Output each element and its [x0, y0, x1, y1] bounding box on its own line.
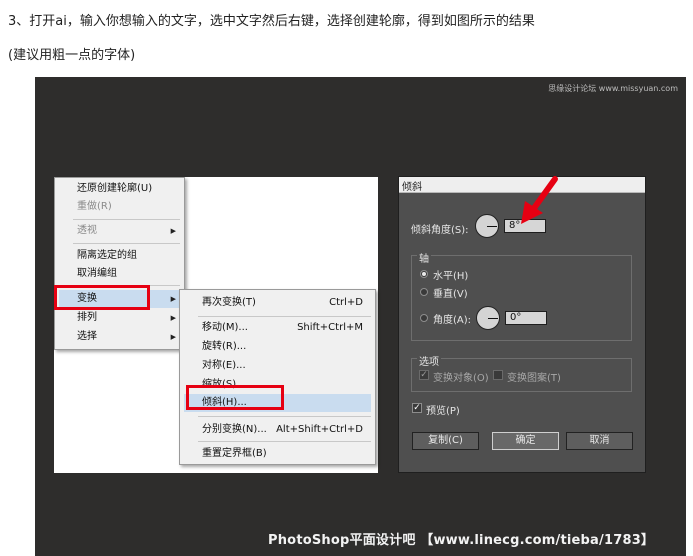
menu-item-label: 还原创建轮廓(U)	[77, 183, 153, 194]
axis-vertical-label: 垂直(V)	[433, 289, 468, 300]
menu-item-arrange[interactable]: 排列 ▶	[59, 309, 180, 327]
highlight-box-shear	[186, 385, 284, 410]
menu-item-undo-create-outlines[interactable]: 还原创建轮廓(U)	[59, 180, 180, 198]
menu-item-redo[interactable]: 重做(R)	[59, 198, 180, 216]
dialog-title: 倾斜	[402, 182, 422, 193]
menu-item-isolate-group[interactable]: 隔离选定的组	[59, 247, 180, 265]
menu-item-shortcut: Alt+Shift+Ctrl+D	[276, 424, 363, 435]
axis-angle-dial[interactable]	[476, 306, 500, 330]
menu-item-label: 重做(R)	[77, 201, 112, 212]
submenu-arrow-icon: ▶	[170, 314, 176, 322]
submenu-item-transform-again[interactable]: 再次变换(T) Ctrl+D	[184, 294, 371, 312]
menu-item-label: 选择	[77, 331, 97, 342]
menu-item-label: 分别变换(N)...	[202, 424, 267, 435]
options-group-label: 选项	[417, 353, 441, 368]
submenu-item-reset-bounding-box[interactable]: 重置定界框(B)	[184, 445, 371, 463]
menu-item-shortcut: Ctrl+D	[329, 297, 363, 308]
instruction-line-1: 3、打开ai，输入你想输入的文字，选中文字然后右键，选择创建轮廓，得到如图所示的…	[8, 14, 535, 29]
submenu-item-reflect[interactable]: 对称(E)...	[184, 357, 371, 375]
menu-item-label: 移动(M)...	[202, 322, 248, 333]
highlight-box-transform	[54, 285, 150, 310]
axis-vertical-radio[interactable]	[420, 288, 428, 296]
menu-item-select[interactable]: 选择 ▶	[59, 328, 180, 346]
instruction-line-2: (建议用粗一点的字体)	[8, 48, 136, 63]
menu-item-label: 排列	[77, 312, 97, 323]
preview-label: 预览(P)	[426, 406, 460, 417]
copy-button[interactable]: 复制(C)	[412, 432, 479, 450]
transform-patterns-checkbox[interactable]	[493, 370, 503, 380]
transform-patterns-label: 变换图案(T)	[507, 373, 561, 384]
submenu-item-move[interactable]: 移动(M)... Shift+Ctrl+M	[184, 319, 371, 337]
context-menu: 还原创建轮廓(U) 重做(R) 透视 ▶ 隔离选定的组 取消编组 变换 ▶ 排列 ▶ …	[54, 177, 185, 350]
menu-separator	[198, 416, 371, 417]
axis-angle-label: 角度(A):	[433, 315, 472, 326]
watermark-bottom: PhotoShop平面设计吧 【www.linecg.com/tieba/178…	[268, 533, 655, 548]
menu-item-label: 取消编组	[77, 268, 117, 279]
axis-group-label: 轴	[417, 250, 431, 265]
ok-button[interactable]: 确定	[492, 432, 559, 450]
menu-separator	[73, 219, 180, 220]
preview-checkbox[interactable]: ✓	[412, 403, 422, 413]
menu-item-label: 透视	[77, 225, 97, 236]
axis-angle-radio[interactable]	[420, 314, 428, 322]
submenu-arrow-icon: ▶	[170, 295, 176, 303]
shear-angle-label: 倾斜角度(S):	[411, 225, 469, 236]
menu-separator	[73, 243, 180, 244]
transform-submenu: 再次变换(T) Ctrl+D 移动(M)... Shift+Ctrl+M 旋转(R)…	[179, 289, 376, 465]
menu-item-label: 重置定界框(B)	[202, 448, 267, 459]
watermark-top: 思缘设计论坛 www.missyuan.com	[548, 84, 678, 93]
transform-objects-label: 变换对象(O)	[433, 373, 489, 384]
submenu-arrow-icon: ▶	[170, 333, 176, 341]
menu-item-label: 隔离选定的组	[77, 250, 137, 261]
illustrator-screenshot: 思缘设计论坛 www.missyuan.com 还原创建轮廓(U) 重做(R) …	[35, 77, 686, 556]
submenu-item-rotate[interactable]: 旋转(R)...	[184, 338, 371, 356]
submenu-arrow-icon: ▶	[170, 227, 176, 235]
menu-item-label: 旋转(R)...	[202, 341, 247, 352]
menu-separator	[198, 316, 371, 317]
axis-angle-input[interactable]: 0°	[505, 311, 547, 325]
menu-item-perspective[interactable]: 透视 ▶	[59, 222, 180, 240]
red-arrow-icon	[521, 176, 558, 224]
axis-horizontal-radio[interactable]	[420, 270, 428, 278]
menu-item-label: 对称(E)...	[202, 360, 246, 371]
shear-angle-dial[interactable]	[475, 214, 499, 238]
menu-separator	[198, 441, 371, 442]
menu-item-shortcut: Shift+Ctrl+M	[297, 322, 363, 333]
transform-objects-checkbox[interactable]: ✓	[419, 370, 429, 380]
axis-horizontal-label: 水平(H)	[433, 271, 469, 282]
menu-item-label: 再次变换(T)	[202, 297, 256, 308]
submenu-item-transform-each[interactable]: 分别变换(N)... Alt+Shift+Ctrl+D	[184, 421, 371, 439]
menu-item-ungroup[interactable]: 取消编组	[59, 265, 180, 283]
cancel-button[interactable]: 取消	[566, 432, 633, 450]
